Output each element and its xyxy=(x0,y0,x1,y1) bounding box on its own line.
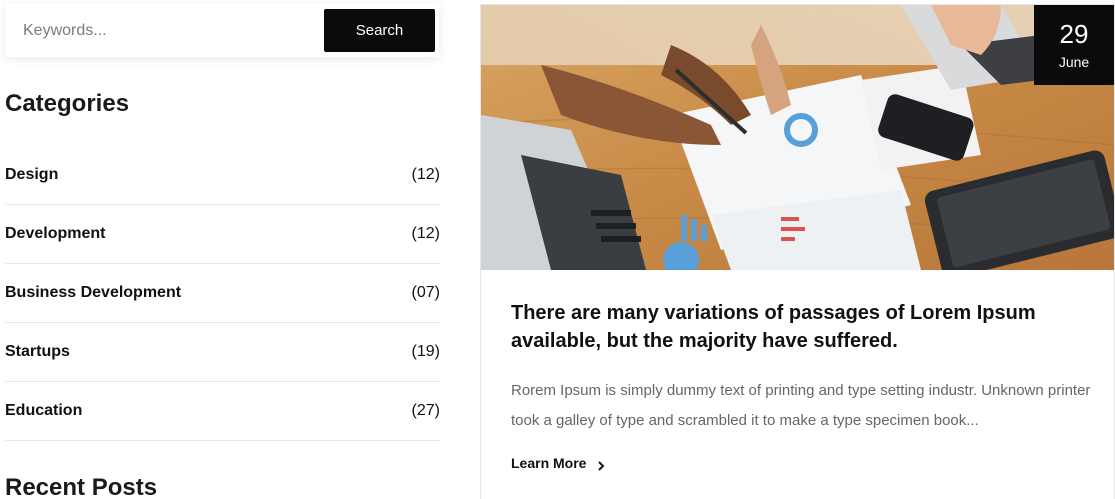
date-day: 29 xyxy=(1059,19,1089,49)
learn-more-label: Learn More xyxy=(511,455,587,471)
learn-more-link[interactable]: Learn More xyxy=(511,455,606,471)
category-count: (12) xyxy=(411,166,440,183)
categories-title: Categories xyxy=(5,90,130,117)
search-box: Search xyxy=(5,4,439,57)
category-label: Business Development xyxy=(5,284,182,301)
category-list: Design (12) Development (12) Business De… xyxy=(5,146,440,441)
date-badge: 29 June xyxy=(1034,5,1114,85)
blog-post-card: 29 June There are many variations of pas… xyxy=(480,4,1115,499)
category-count: (12) xyxy=(411,225,440,242)
category-item-development[interactable]: Development (12) xyxy=(5,205,440,264)
recent-posts-title: Recent Posts xyxy=(5,474,158,499)
category-count: (27) xyxy=(411,402,440,419)
category-item-startups[interactable]: Startups (19) xyxy=(5,323,440,382)
search-button[interactable]: Search xyxy=(324,9,435,52)
category-label: Education xyxy=(5,402,83,419)
post-title[interactable]: There are many variations of passages of… xyxy=(511,299,1071,355)
category-item-design[interactable]: Design (12) xyxy=(5,146,440,205)
category-label: Design xyxy=(5,166,59,183)
post-excerpt: Rorem Ipsum is simply dummy text of prin… xyxy=(511,382,1091,429)
post-image[interactable]: 29 June xyxy=(481,5,1114,270)
chevron-right-icon xyxy=(596,458,606,471)
category-count: (19) xyxy=(411,343,440,360)
category-label: Startups xyxy=(5,343,70,360)
search-input[interactable] xyxy=(5,4,323,57)
office-desk-photo xyxy=(481,5,1114,270)
category-label: Development xyxy=(5,225,106,242)
category-item-education[interactable]: Education (27) xyxy=(5,382,440,441)
category-item-business-development[interactable]: Business Development (07) xyxy=(5,264,440,323)
category-count: (07) xyxy=(411,284,440,301)
date-month: June xyxy=(1058,54,1090,70)
